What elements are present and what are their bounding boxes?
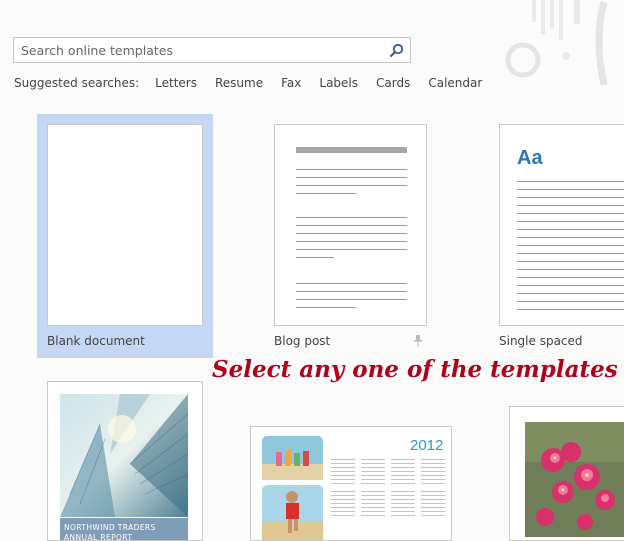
skyscraper-photo	[60, 394, 188, 517]
text-line	[296, 307, 356, 308]
title-bar	[296, 147, 407, 153]
suggested-link-letters[interactable]: Letters	[155, 76, 197, 92]
beach-photo	[262, 436, 323, 480]
text-line	[517, 213, 624, 214]
suggested-searches: Suggested searches: Letters Resume Fax L…	[14, 76, 500, 92]
text-line	[296, 233, 407, 234]
month-grid	[331, 459, 355, 485]
month-grid	[391, 491, 415, 517]
text-line	[517, 181, 624, 182]
instruction-annotation: Select any one of the templates	[212, 356, 618, 383]
text-line	[517, 245, 624, 246]
text-line	[296, 283, 407, 284]
text-line	[517, 309, 624, 310]
text-line	[517, 261, 624, 262]
text-line	[296, 193, 356, 194]
month-grid	[331, 491, 355, 517]
text-line	[296, 291, 407, 292]
text-line	[517, 277, 624, 278]
text-line	[296, 185, 407, 186]
template-thumbnail: 2012	[250, 426, 452, 541]
pin-icon[interactable]	[413, 335, 423, 347]
flower-photo	[525, 422, 624, 537]
template-blog-post[interactable]: Blog post	[264, 114, 440, 358]
text-line	[296, 257, 334, 258]
month-grid	[361, 491, 385, 517]
template-label: Blog post	[274, 334, 331, 348]
text-line	[517, 237, 624, 238]
calendar-year: 2012	[410, 437, 444, 454]
text-line	[517, 269, 624, 270]
text-line	[517, 301, 624, 302]
template-thumbnail	[47, 124, 203, 326]
report-title-band: NORTHWIND TRADERS ANNUAL REPORT	[60, 518, 188, 541]
suggested-link-resume[interactable]: Resume	[215, 76, 263, 92]
text-line	[296, 241, 407, 242]
kid-running-photo	[262, 485, 323, 540]
search-box	[13, 37, 411, 63]
search-icon[interactable]	[388, 42, 405, 59]
heading-sample: Aa	[517, 147, 543, 169]
suggested-link-labels[interactable]: Labels	[319, 76, 358, 92]
text-line	[296, 177, 407, 178]
office-decor-graphic	[505, 0, 608, 86]
template-annual-report[interactable]: NORTHWIND TRADERS ANNUAL REPORT	[47, 381, 203, 541]
month-grid	[421, 459, 445, 485]
search-input[interactable]	[14, 38, 384, 62]
text-line	[517, 293, 624, 294]
template-label: Blank document	[47, 334, 145, 348]
template-label: Single spaced	[499, 334, 583, 348]
text-line	[517, 197, 624, 198]
text-line	[517, 221, 624, 222]
text-line	[517, 229, 624, 230]
template-thumbnail	[274, 124, 427, 326]
text-line	[296, 217, 407, 218]
text-line	[296, 249, 407, 250]
text-line	[517, 253, 624, 254]
month-grid	[421, 491, 445, 517]
report-company: NORTHWIND TRADERS	[64, 523, 156, 532]
text-line	[517, 205, 624, 206]
suggested-searches-label: Suggested searches:	[14, 76, 140, 90]
text-line	[296, 169, 407, 170]
text-line	[517, 285, 624, 286]
text-line	[296, 225, 407, 226]
template-thumbnail	[509, 406, 624, 541]
template-thumbnail: NORTHWIND TRADERS ANNUAL REPORT	[47, 381, 203, 541]
template-thumbnail: Aa	[499, 124, 624, 326]
month-grid	[391, 459, 415, 485]
text-line	[296, 299, 407, 300]
text-line	[517, 189, 624, 190]
month-grid	[361, 459, 385, 485]
template-photo-calendar[interactable]: 2012	[250, 426, 452, 541]
report-subtitle: ANNUAL REPORT	[64, 533, 133, 541]
template-flower-photo[interactable]	[509, 406, 624, 541]
suggested-link-cards[interactable]: Cards	[376, 76, 410, 92]
template-single-spaced[interactable]: Aa Single spaced	[489, 114, 624, 358]
suggested-link-calendar[interactable]: Calendar	[428, 76, 482, 92]
suggested-link-fax[interactable]: Fax	[281, 76, 301, 92]
template-blank-document[interactable]: Blank document	[37, 114, 213, 358]
